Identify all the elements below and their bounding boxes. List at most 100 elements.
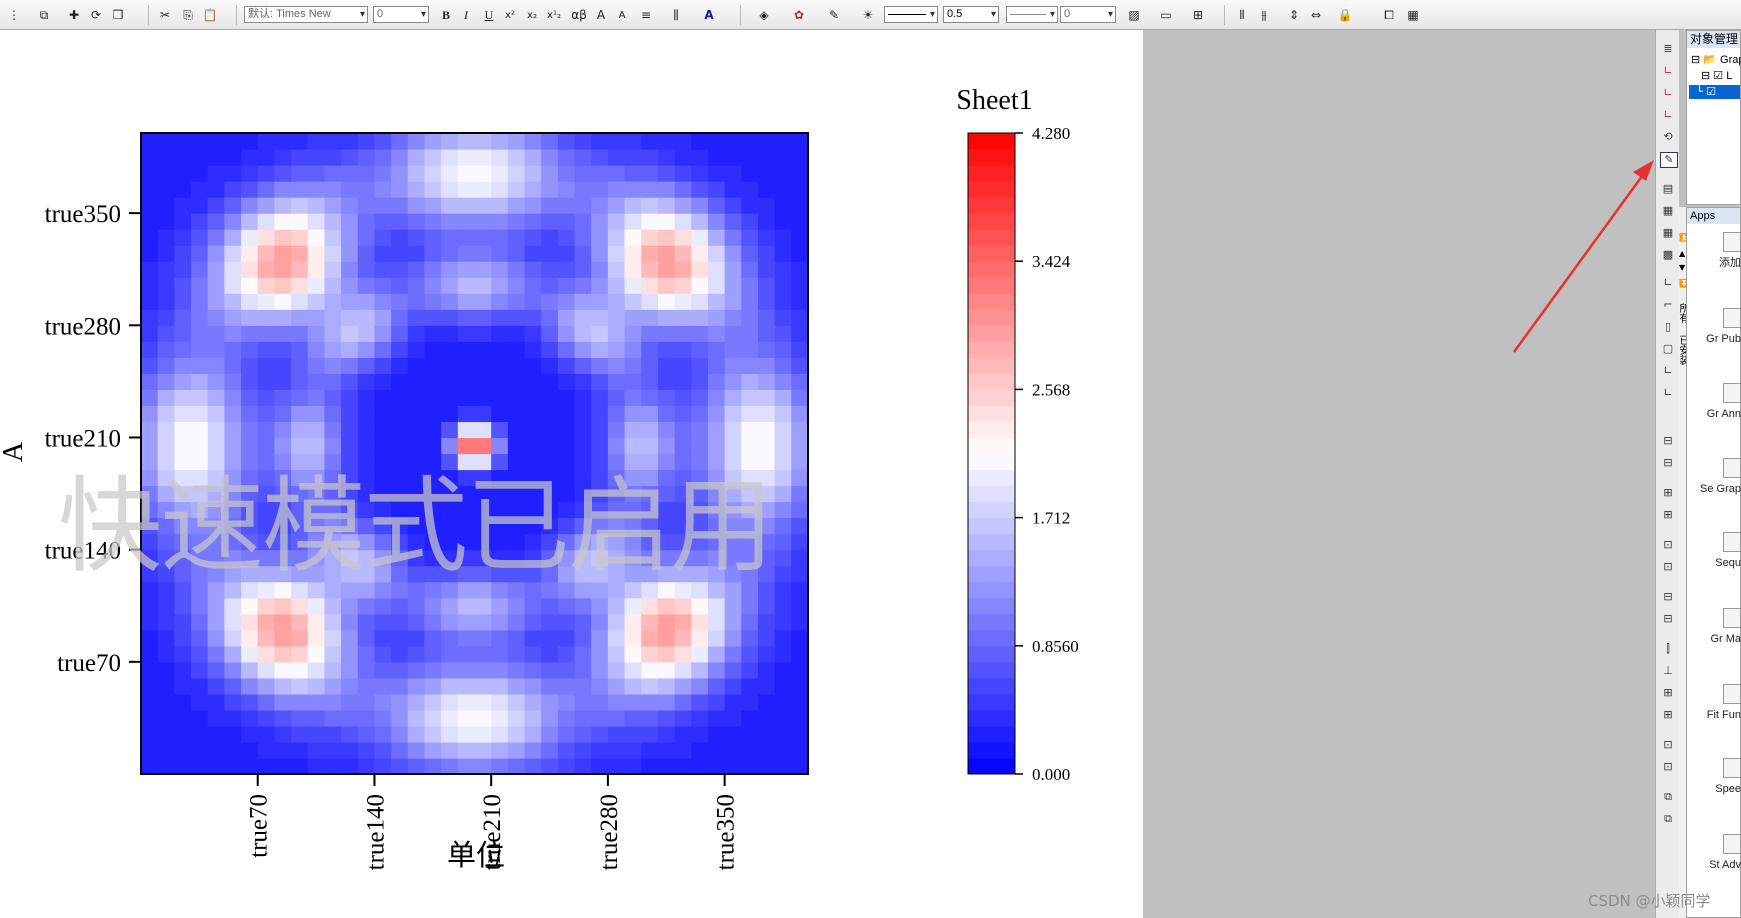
underline-button[interactable]: U xyxy=(479,4,499,26)
distribute-icon[interactable]: ⫴ xyxy=(1232,4,1252,26)
duplicate-icon[interactable]: ❐ xyxy=(108,4,128,26)
arrange-icon[interactable]: ▩ xyxy=(1660,248,1676,262)
align-icon[interactable]: ⊡ xyxy=(1660,760,1676,774)
toolbar-grip-icon[interactable]: ⋮ xyxy=(4,4,24,26)
scroll-down-icon[interactable]: ▼ xyxy=(1679,263,1685,272)
align-icon[interactable]: ⊞ xyxy=(1660,686,1676,700)
font-color-icon[interactable]: A xyxy=(699,4,719,26)
line-style-combo[interactable] xyxy=(884,6,938,23)
greek-button[interactable]: αβ xyxy=(567,4,591,26)
app-item[interactable]: Gr Pub xyxy=(1689,308,1741,368)
app-item[interactable]: 添加 xyxy=(1689,232,1741,292)
decrease-font-button[interactable]: A xyxy=(612,4,632,26)
arrange-icon[interactable]: ▦ xyxy=(1660,226,1676,240)
align-icon[interactable]: ⫿ xyxy=(1660,642,1676,656)
align-icon[interactable]: ⧉ xyxy=(1660,812,1676,826)
line-color-icon[interactable]: ✎ xyxy=(824,4,844,26)
colorbar-swatch xyxy=(968,565,1015,583)
supersub-button[interactable]: x¹₂ xyxy=(544,4,564,26)
add-layer-icon[interactable]: ✚ xyxy=(64,4,84,26)
layer-icon[interactable]: ▢ xyxy=(1660,342,1676,356)
palette-icon[interactable]: ✿ xyxy=(789,4,809,26)
add-axis-icon[interactable]: ∟ xyxy=(1660,86,1676,100)
heatmap-cell xyxy=(391,661,409,679)
column-icon[interactable]: ⫼ xyxy=(666,4,686,26)
arrange-icon[interactable]: ▦ xyxy=(1660,204,1676,218)
app-item[interactable]: St Adv xyxy=(1689,834,1741,894)
tree-item-plot-selected[interactable]: └ ☑ xyxy=(1689,85,1740,99)
superscript-button[interactable]: x² xyxy=(500,4,520,26)
cut-icon[interactable]: ✂ xyxy=(155,4,175,26)
app-item[interactable]: Gr Ma xyxy=(1689,608,1741,668)
heatmap-cell xyxy=(724,229,742,246)
add-axis-icon[interactable]: ∟ xyxy=(1660,64,1676,78)
paste-icon[interactable]: 📋 xyxy=(200,4,220,26)
fill-color-icon[interactable]: ◈ xyxy=(754,4,774,26)
layer-stack-icon[interactable]: ≣ xyxy=(1660,42,1676,56)
app-item[interactable]: Gr Ann xyxy=(1689,383,1741,443)
align-icon[interactable]: ⊡ xyxy=(1660,560,1676,574)
scroll-up-icon[interactable]: ▲ xyxy=(1679,249,1685,258)
layer-icon[interactable]: ⌐ xyxy=(1660,298,1676,312)
italic-button[interactable]: I xyxy=(456,4,476,26)
align-icon[interactable]: ⊟ xyxy=(1660,612,1676,626)
app-item[interactable]: Spee xyxy=(1689,758,1741,818)
layer-icon[interactable]: ∟ xyxy=(1660,386,1676,400)
subscript-button[interactable]: x₂ xyxy=(522,4,542,26)
layer-icon[interactable]: ▯ xyxy=(1660,320,1676,334)
colorbar-title[interactable]: Sheet1 xyxy=(956,85,1032,116)
app-item[interactable]: Sequ xyxy=(1689,532,1741,592)
heatmap-cell xyxy=(241,613,259,631)
heatmap-cell xyxy=(191,613,209,631)
heatmap-cell xyxy=(141,501,159,519)
align-icon[interactable]: ⊟ xyxy=(1660,456,1676,470)
grow-icon[interactable]: ⇕ xyxy=(1284,4,1304,26)
plot-setup-icon[interactable]: ✎ xyxy=(1660,152,1678,168)
heatmap-chart[interactable]: true70 true140 true210 true280 true350 true7… xyxy=(0,30,1143,918)
align-icon[interactable]: ⊟ xyxy=(1660,590,1676,604)
rescale-icon[interactable]: ⟲ xyxy=(1660,130,1676,144)
align-icon[interactable]: ⊡ xyxy=(1660,538,1676,552)
increase-font-button[interactable]: A xyxy=(591,4,611,26)
y-axis-label[interactable]: A xyxy=(0,441,29,462)
font-name-combo[interactable]: 默认: Times New xyxy=(244,6,368,23)
align-icon[interactable]: ⧉ xyxy=(1660,790,1676,804)
grid-icon[interactable]: ▦ xyxy=(1403,4,1423,26)
fill-value-combo[interactable]: 0 xyxy=(1060,6,1116,23)
align-icon[interactable]: ⊞ xyxy=(1660,486,1676,500)
layer-icon[interactable]: ∟ xyxy=(1660,276,1676,290)
refresh-icon[interactable]: ⟳ xyxy=(86,4,106,26)
line-width-combo[interactable]: 0.5 xyxy=(943,6,999,23)
merge-icon[interactable]: ▤ xyxy=(1660,182,1676,196)
align-icon[interactable]: ⊞ xyxy=(1660,708,1676,722)
align-icon[interactable]: ⊡ xyxy=(1660,738,1676,752)
app-item[interactable]: Se Grap xyxy=(1689,458,1741,518)
copy-page-icon[interactable]: ⧉ xyxy=(34,4,54,26)
hatch-icon[interactable]: ▨ xyxy=(1124,4,1144,26)
x-axis-label[interactable]: 单位 xyxy=(447,839,505,872)
heatmap-cell xyxy=(707,741,726,759)
add-axis-icon[interactable]: ∟ xyxy=(1660,108,1676,122)
table-icon[interactable]: ⊞ xyxy=(1188,4,1208,26)
tree-item-graph[interactable]: ⊟ 📂 Grap xyxy=(1691,53,1741,66)
frame-icon[interactable]: ⧠ xyxy=(1379,4,1399,26)
bold-button[interactable]: B xyxy=(436,4,456,26)
font-size-combo[interactable]: 0 xyxy=(373,6,429,23)
align-icon[interactable]: ≡ xyxy=(636,4,656,26)
colorbar[interactable] xyxy=(967,132,1016,775)
align-icon[interactable]: ⊥ xyxy=(1660,664,1676,678)
align-objects-icon[interactable]: ⫵ xyxy=(1254,4,1274,26)
border-icon[interactable]: ▭ xyxy=(1156,4,1176,26)
shrink-icon[interactable]: ⇔ xyxy=(1306,4,1326,26)
tree-item-layer[interactable]: ⊟ ☑ L xyxy=(1701,69,1732,82)
align-icon[interactable]: ⊞ xyxy=(1660,508,1676,522)
pattern-combo[interactable] xyxy=(1006,6,1058,23)
app-item[interactable]: Fit Fun xyxy=(1689,684,1741,744)
heatmap-cell xyxy=(141,693,159,711)
layer-icon[interactable]: ∟ xyxy=(1660,364,1676,378)
align-icon[interactable]: ⊟ xyxy=(1660,434,1676,448)
copy-icon[interactable]: ⎘ xyxy=(178,4,198,26)
heatmap-cell xyxy=(307,341,326,358)
lock-icon[interactable]: 🔒 xyxy=(1335,4,1355,26)
brightness-icon[interactable]: ☀ xyxy=(858,4,878,26)
